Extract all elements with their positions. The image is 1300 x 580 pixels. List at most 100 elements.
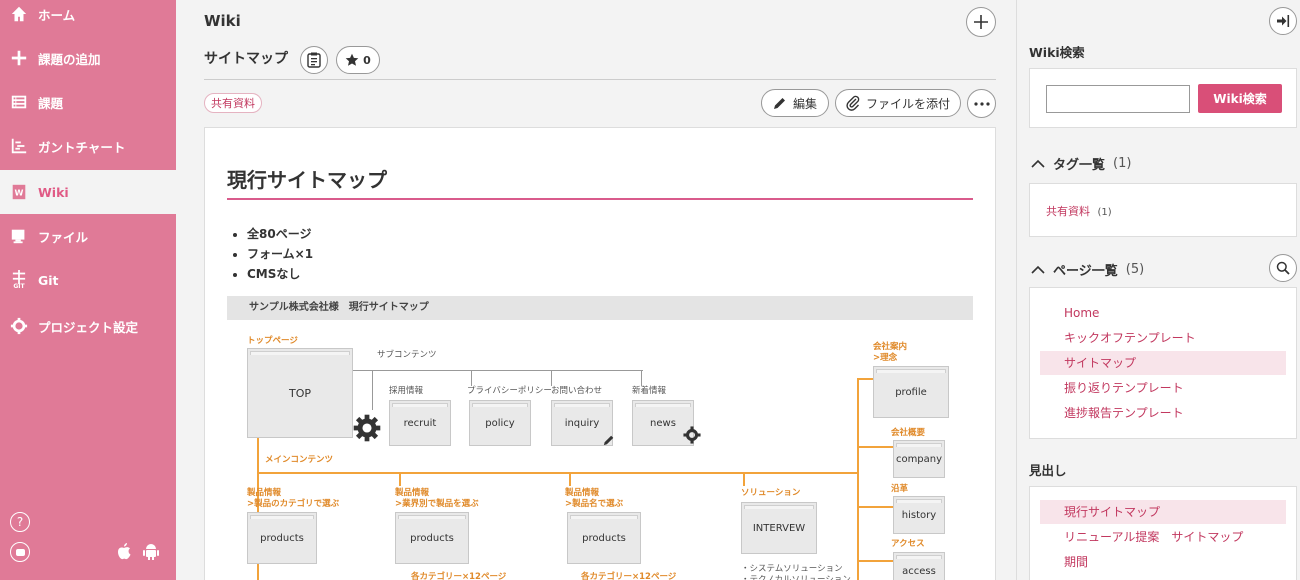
nav-git-label: Git [38,272,59,288]
collapse-icon [1277,15,1290,27]
help-icon[interactable]: ? [10,512,30,532]
copy-button[interactable] [300,46,328,74]
page-link[interactable]: Home [1040,301,1286,325]
connector-line [743,472,745,486]
main-item-note: 各カテゴリー×12ページ [581,572,677,580]
star-button[interactable]: 0 [336,46,380,74]
pencil-icon [773,98,785,109]
wiki-search-input[interactable] [1046,85,1190,113]
nav-project-settings-label: プロジェクト設定 [38,319,139,335]
company-item-box: access [893,552,945,580]
outline-link[interactable]: 期間 [1040,550,1286,574]
tag-count: (1) [1097,207,1112,218]
android-icon[interactable] [142,542,160,564]
company-item-box: company [893,440,945,478]
search-box: Wiki検索 [1029,68,1297,128]
nav-files-label: ファイル [38,229,89,245]
main-item-label: ソリューション [741,488,801,498]
folder-icon [0,227,38,245]
tags-title: タグ一覧 [1053,158,1106,173]
tag-badge[interactable]: 共有資料 [204,93,262,113]
clipboard-icon [307,52,321,68]
sub-content-label: サブコンテンツ [377,350,437,360]
connector-line [857,378,859,580]
main-content: Wiki サイトマップ 0 共有資料 編集 ファイルを添付 現行サイトマップ 全… [176,0,1016,580]
page-link[interactable]: 振り返りテンプレート [1040,376,1286,400]
collapse-panel-button[interactable] [1269,7,1297,35]
company-item-label: 沿革 [891,484,909,494]
more-icon [973,101,990,106]
bullet-item: CMSなし [247,264,313,284]
attach-file-button[interactable]: ファイルを添付 [835,89,961,117]
attach-file-label: ファイルを添付 [865,96,950,111]
wiki-body: 現行サイトマップ 全80ページ フォーム×1 CMSなし サンプル株式会社様 現… [204,127,996,580]
main-item-box: products [395,512,469,564]
outline-link[interactable]: 現行サイトマップ [1040,500,1286,524]
star-count: 0 [363,53,371,67]
pages-section-toggle[interactable]: ページ一覧 (5) [1031,260,1144,279]
edit-button-label: 編集 [792,96,817,111]
tag-name: 共有資料 [1046,205,1090,218]
chevron-up-icon [1031,159,1045,168]
bullet-item: フォーム×1 [247,244,313,264]
connector-line [257,472,857,474]
connector-line [399,472,401,486]
page-search-button[interactable] [1269,254,1297,282]
plus-icon [974,15,988,29]
company-item-label: 会社概要 [891,428,926,438]
outline-title: 見出し [1029,463,1067,478]
nav-wiki[interactable]: W Wiki [0,170,176,214]
tag-link[interactable]: 共有資料 (1) [1046,203,1112,219]
bullet-list: 全80ページ フォーム×1 CMSなし [247,224,313,284]
edit-button[interactable]: 編集 [761,89,829,117]
connector-line [857,446,893,448]
more-button[interactable] [967,89,996,118]
plus-icon [0,49,38,67]
section-title: Wiki [204,12,241,30]
pencil-icon [603,434,615,450]
page-link[interactable]: キックオフテンプレート [1040,326,1286,350]
add-page-button[interactable] [966,7,996,37]
apple-icon[interactable] [116,542,132,564]
outline-link[interactable]: リニューアル提案 サイトマップ [1040,525,1286,549]
heading-underline [227,198,973,200]
gear-icon [353,414,381,446]
nav-issues[interactable]: 課題 [0,80,176,124]
sidebar-footer: ? [8,508,168,568]
sub-item-label: 新着情報 [632,386,667,396]
connector-line [353,370,643,371]
connector-line [857,506,893,508]
wiki-search-button[interactable]: Wiki検索 [1198,84,1282,113]
page-link[interactable]: 進捗報告テンプレート [1040,401,1286,425]
page-link[interactable]: サイトマップ [1040,351,1286,375]
divider [204,79,996,80]
connector-line [857,378,873,380]
nav-add-issue[interactable]: 課題の追加 [0,36,176,80]
connector-line [857,560,893,562]
svg-text:W: W [15,188,24,198]
gantt-icon [0,137,38,155]
wiki-search-title: Wiki検索 [1029,45,1085,60]
company-item-label: アクセス [891,539,925,549]
connector-line [471,370,472,386]
git-icon: GIT [0,270,38,290]
page-title: サイトマップ [204,51,288,67]
nav-gantt-label: ガントチャート [38,139,126,155]
main-content-label: メインコンテンツ [265,455,334,465]
chat-icon[interactable] [10,542,30,562]
sitemap-image: サンプル株式会社様 現行サイトマップ トップページ TOP サブコンテンツ 採用… [227,296,973,580]
tags-section-toggle[interactable]: タグ一覧 (1) [1031,154,1131,173]
company-item-box: history [893,496,945,534]
company-box: profile [873,366,949,418]
connector-line [641,370,642,386]
sub-item-box: policy [469,400,531,446]
nav-git[interactable]: GIT Git [0,258,176,302]
wiki-icon: W [0,183,38,201]
main-item-label: 製品情報 >業界別で製品を選ぶ [395,488,479,509]
nav-project-settings[interactable]: プロジェクト設定 [0,304,176,348]
star-icon [345,53,359,66]
nav-files[interactable]: ファイル [0,214,176,258]
sidebar: ホーム 課題の追加 課題 ガントチャート W Wiki ファイル GIT Git… [0,0,176,580]
nav-gantt[interactable]: ガントチャート [0,124,176,168]
nav-home[interactable]: ホーム [0,0,176,36]
